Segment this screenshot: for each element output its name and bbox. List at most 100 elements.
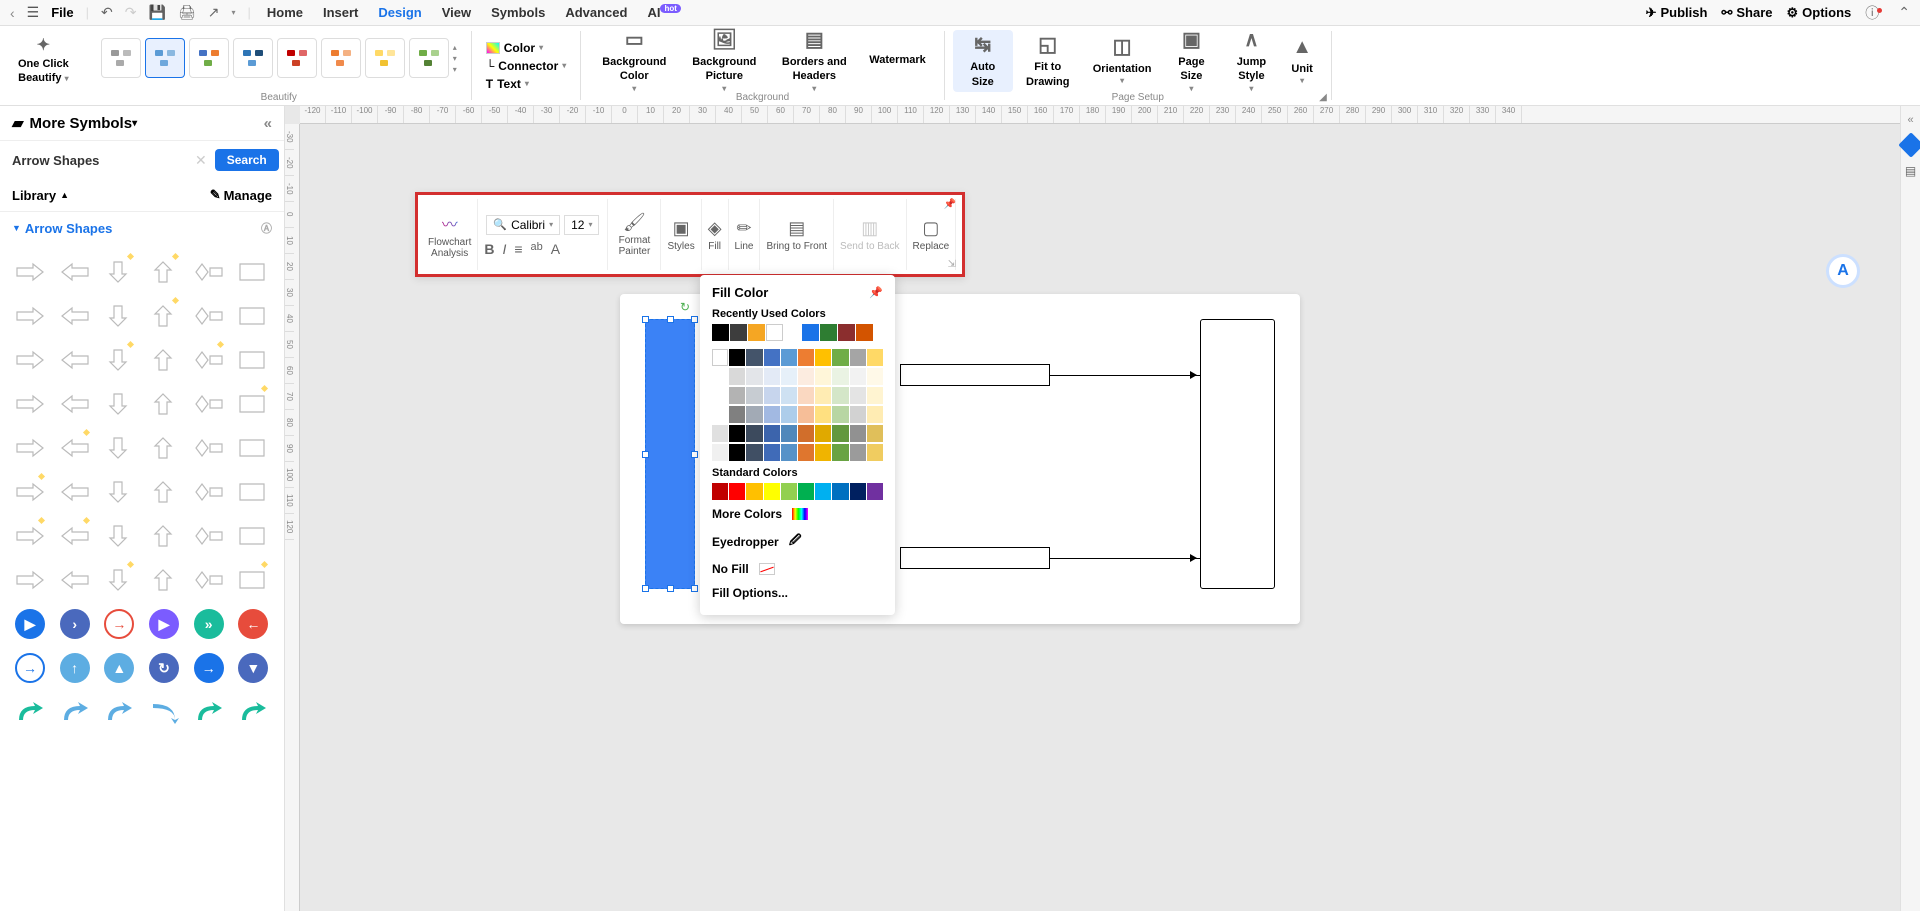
tint-color-swatch[interactable] [850,425,866,442]
recent-color-swatch[interactable] [766,324,783,341]
theme-3[interactable] [189,38,229,78]
share-button[interactable]: ⚯Share [1721,5,1772,21]
arrow-shape-45[interactable] [146,562,182,598]
arrow-shape-14[interactable] [101,342,137,378]
arrow-shape-10[interactable] [191,298,227,334]
tint-color-swatch[interactable] [815,368,831,385]
standard-color-swatch[interactable] [764,483,780,500]
curved-arrow-0[interactable] [12,694,48,730]
font-selector[interactable]: 🔍Calibri▾ [486,215,560,235]
italic-button[interactable]: I [502,241,506,257]
arrow-shape-33[interactable] [146,474,182,510]
theme-1[interactable] [101,38,141,78]
standard-color-swatch[interactable] [815,483,831,500]
arrow-shape-7[interactable] [57,298,93,334]
arrow-shape-47[interactable] [235,562,271,598]
tab-ai[interactable]: AIhot [643,5,684,20]
styles-button[interactable]: ▣Styles [661,199,701,270]
expand-right-icon[interactable]: « [1901,114,1920,126]
theme-2[interactable] [145,38,185,78]
tab-symbols[interactable]: Symbols [487,5,549,20]
arrow-shape-0[interactable] [12,254,48,290]
tint-color-swatch[interactable] [867,387,883,404]
tint-color-swatch[interactable] [781,387,797,404]
tint-color-swatch[interactable] [815,406,831,423]
connector-2[interactable] [1050,558,1200,559]
recent-color-swatch[interactable] [730,324,747,341]
file-menu[interactable]: File [51,5,73,20]
recent-color-swatch[interactable] [802,324,819,341]
tab-home[interactable]: Home [263,5,307,20]
theme-5[interactable] [277,38,317,78]
arrow-shape-1[interactable] [57,254,93,290]
arrow-shape-42[interactable] [12,562,48,598]
tint-color-swatch[interactable] [746,406,762,423]
arrow-shape-4[interactable] [191,254,227,290]
back-arrow[interactable]: ‹ [10,5,15,21]
arrow-shape-43[interactable] [57,562,93,598]
arrow-shape-9[interactable] [146,298,182,334]
tint-color-swatch[interactable] [815,425,831,442]
clear-search-icon[interactable]: ✕ [195,152,207,169]
tint-color-swatch[interactable] [850,406,866,423]
arrow-shape-26[interactable] [101,430,137,466]
arrow-circle-2[interactable]: → [101,606,137,642]
ribbon-text-button[interactable]: TText▾ [480,75,535,93]
tint-color-swatch[interactable] [832,444,848,461]
recent-color-swatch[interactable] [748,324,765,341]
tint-color-swatch[interactable] [712,425,728,442]
one-click-beautify-button[interactable]: ✦ One Click Beautify ▾ [8,30,79,91]
tint-color-swatch[interactable] [729,425,745,442]
arrow-shape-17[interactable] [235,342,271,378]
tint-color-swatch[interactable] [746,444,762,461]
print-icon[interactable]: 🖨 [178,4,196,21]
tint-color-swatch[interactable] [729,368,745,385]
tab-advanced[interactable]: Advanced [561,5,631,20]
search-button[interactable]: Search [215,149,279,171]
tint-color-swatch[interactable] [712,368,728,385]
tint-color-swatch[interactable] [764,387,780,404]
arrow-shape-27[interactable] [146,430,182,466]
arrow-shape-37[interactable] [57,518,93,554]
arrow-shape-36[interactable] [12,518,48,554]
format-panel-button[interactable] [1898,132,1920,157]
theme-color-swatch[interactable] [746,349,762,366]
collapse-ribbon-icon[interactable]: ⌃ [1898,4,1910,21]
arrow-shape-19[interactable] [57,386,93,422]
bg-color-button[interactable]: ▭Background Color▾ [589,30,679,92]
arrow-circle-6[interactable]: → [12,650,48,686]
theme-color-swatch[interactable] [815,349,831,366]
auto-size-button[interactable]: ↹Auto Size [953,30,1013,92]
curved-arrow-3[interactable] [146,694,182,730]
search-input[interactable] [12,153,187,168]
redo-icon[interactable]: ↷ [125,4,137,21]
fit-drawing-button[interactable]: ◱Fit to Drawing [1013,30,1083,92]
theme-color-swatch[interactable] [764,349,780,366]
theme-8[interactable] [409,38,449,78]
bring-front-button[interactable]: ▤Bring to Front [760,199,834,270]
rect-shape-2[interactable] [900,547,1050,569]
annotation-button[interactable]: ▤ [1901,164,1920,178]
fill-options-button[interactable]: Fill Options... [712,581,883,605]
theme-color-swatch[interactable] [729,349,745,366]
bg-picture-button[interactable]: 🖼Background Picture▾ [679,30,769,92]
ribbon-connector-button[interactable]: └Connector▾ [480,57,573,75]
eyedropper-button[interactable]: Eyedropper🖉 [712,526,883,557]
bold-button[interactable]: B [484,241,494,257]
arrow-shape-22[interactable] [191,386,227,422]
save-icon[interactable]: 💾 [149,4,166,21]
tab-design[interactable]: Design [374,5,425,20]
tint-color-swatch[interactable] [712,444,728,461]
selected-shape[interactable] [645,319,695,589]
theme-color-swatch[interactable] [781,349,797,366]
rect-shape-1[interactable] [900,364,1050,386]
rect-shape-3[interactable] [1200,319,1275,589]
arrow-shape-8[interactable] [101,298,137,334]
flowchart-analysis-button[interactable]: 〰 FlowchartAnalysis [422,199,478,270]
tint-color-swatch[interactable] [832,387,848,404]
arrow-shape-15[interactable] [146,342,182,378]
arrow-shape-38[interactable] [101,518,137,554]
arrow-shape-44[interactable] [101,562,137,598]
tint-color-swatch[interactable] [850,368,866,385]
more-symbols-header[interactable]: ▰ More Symbols ▾ « [0,106,284,141]
